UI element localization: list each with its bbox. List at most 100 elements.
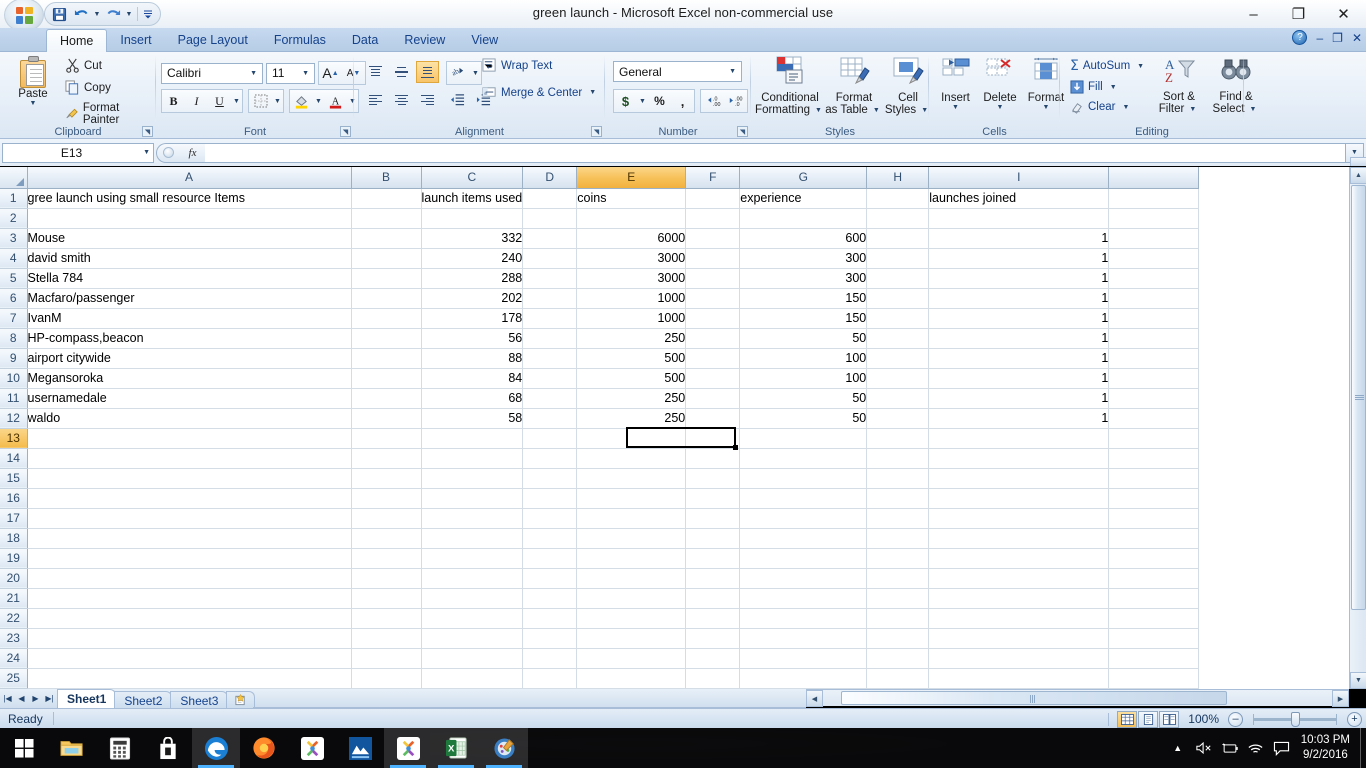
row-header-8[interactable]: 8 <box>0 328 28 349</box>
cell-i3[interactable]: 1 <box>928 228 1110 249</box>
column-header-f[interactable]: F <box>685 167 741 189</box>
insert-function-icon[interactable]: fx <box>180 142 205 163</box>
percent-format-icon[interactable]: % <box>648 90 671 112</box>
grow-font-button[interactable]: A ▲ <box>319 62 342 84</box>
cell-f18[interactable] <box>685 528 741 549</box>
cell-j10[interactable] <box>1108 368 1200 389</box>
cell-j6[interactable] <box>1108 288 1200 309</box>
font-name-dropdown-icon[interactable]: ▼ <box>247 70 260 77</box>
cell-d5[interactable] <box>522 268 578 289</box>
cell-d13[interactable] <box>522 428 578 449</box>
cell-d6[interactable] <box>522 288 578 309</box>
cell-f1[interactable] <box>685 188 741 209</box>
cell-i21[interactable] <box>928 588 1110 609</box>
cell-d25[interactable] <box>522 668 578 689</box>
calculator-icon[interactable] <box>96 728 144 768</box>
cell-d15[interactable] <box>522 468 578 489</box>
cell-f3[interactable] <box>685 228 741 249</box>
column-header-d[interactable]: D <box>522 167 578 189</box>
window-restore-button[interactable]: ❐ <box>1276 0 1321 28</box>
cell-d16[interactable] <box>522 488 578 509</box>
cell-f16[interactable] <box>685 488 741 509</box>
borders-icon[interactable] <box>249 90 272 112</box>
sheet-tab-sheet1[interactable]: Sheet1 <box>57 689 117 708</box>
cell-j17[interactable] <box>1108 508 1200 529</box>
cell-j2[interactable] <box>1108 208 1200 229</box>
ribbon-close-button[interactable]: ✕ <box>1352 31 1362 45</box>
cell-b2[interactable] <box>351 208 422 229</box>
cell-f5[interactable] <box>685 268 741 289</box>
row-header-1[interactable]: 1 <box>0 188 28 209</box>
battery-icon[interactable] <box>1217 728 1243 768</box>
show-desktop-button[interactable] <box>1360 728 1366 768</box>
cell-f25[interactable] <box>685 668 741 689</box>
cell-g3[interactable]: 600 <box>739 228 868 249</box>
cell-g14[interactable] <box>739 448 868 469</box>
column-header-a[interactable]: A <box>27 167 352 189</box>
alignment-dialog-launcher[interactable]: ◥ <box>591 126 602 137</box>
cell-e1[interactable]: coins <box>576 188 687 209</box>
cell-e2[interactable] <box>576 208 687 229</box>
active-cell-indicator[interactable] <box>626 427 736 448</box>
fill-button[interactable]: Fill ▼ <box>1067 79 1150 95</box>
cell-a18[interactable] <box>27 528 352 549</box>
cell-e17[interactable] <box>576 508 687 529</box>
photos-icon[interactable] <box>288 728 336 768</box>
cell-d9[interactable] <box>522 348 578 369</box>
cell-e11[interactable]: 250 <box>576 388 687 409</box>
cell-g21[interactable] <box>739 588 868 609</box>
cell-h14[interactable] <box>866 448 930 469</box>
cell-d14[interactable] <box>522 448 578 469</box>
cell-i7[interactable]: 1 <box>928 308 1110 329</box>
worksheet-grid[interactable]: A B C D E F G H I 1 gree launch using sm… <box>0 167 1366 689</box>
cell-d4[interactable] <box>522 248 578 269</box>
bluestacks-icon[interactable] <box>336 728 384 768</box>
cell-h12[interactable] <box>866 408 930 429</box>
align-left-icon[interactable] <box>364 89 387 111</box>
cell-b24[interactable] <box>351 648 422 669</box>
cell-d11[interactable] <box>522 388 578 409</box>
cell-j20[interactable] <box>1108 568 1200 589</box>
cell-f14[interactable] <box>685 448 741 469</box>
cell-i13[interactable] <box>928 428 1110 449</box>
cell-f23[interactable] <box>685 628 741 649</box>
cell-d17[interactable] <box>522 508 578 529</box>
cell-d22[interactable] <box>522 608 578 629</box>
cell-g1[interactable]: experience <box>739 188 868 209</box>
scroll-up-arrow[interactable]: ▲ <box>1350 167 1366 184</box>
file-explorer-icon[interactable] <box>48 728 96 768</box>
column-header-g[interactable]: G <box>739 167 868 189</box>
prev-sheet-button[interactable]: ◀ <box>16 694 27 703</box>
cell-c19[interactable] <box>421 548 524 569</box>
cell-a11[interactable]: usernamedale <box>27 388 352 409</box>
cell-b23[interactable] <box>351 628 422 649</box>
align-right-icon[interactable] <box>416 89 439 111</box>
cell-f17[interactable] <box>685 508 741 529</box>
cell-c8[interactable]: 56 <box>421 328 524 349</box>
cell-a8[interactable]: HP-compass,beacon <box>27 328 352 349</box>
wifi-icon[interactable] <box>1243 728 1269 768</box>
cell-c10[interactable]: 84 <box>421 368 524 389</box>
cell-b15[interactable] <box>351 468 422 489</box>
delete-cells-dropdown-icon[interactable]: ▼ <box>978 104 1022 111</box>
cell-j18[interactable] <box>1108 528 1200 549</box>
increase-decimal-icon[interactable]: .0.00 <box>701 90 724 112</box>
zoom-out-button[interactable]: – <box>1228 711 1243 727</box>
cell-c21[interactable] <box>421 588 524 609</box>
cell-e21[interactable] <box>576 588 687 609</box>
cell-h10[interactable] <box>866 368 930 389</box>
cell-i22[interactable] <box>928 608 1110 629</box>
fill-handle[interactable] <box>733 445 738 450</box>
cell-a17[interactable] <box>27 508 352 529</box>
column-header-c[interactable]: C <box>421 167 524 189</box>
scroll-left-arrow[interactable]: ◀ <box>806 690 823 707</box>
cell-i17[interactable] <box>928 508 1110 529</box>
store-icon[interactable] <box>144 728 192 768</box>
row-header-6[interactable]: 6 <box>0 288 28 309</box>
cell-f2[interactable] <box>685 208 741 229</box>
cell-d18[interactable] <box>522 528 578 549</box>
find-select-dropdown-icon[interactable]: ▼ <box>1247 106 1260 113</box>
cell-d10[interactable] <box>522 368 578 389</box>
cell-i12[interactable]: 1 <box>928 408 1110 429</box>
cell-i4[interactable]: 1 <box>928 248 1110 269</box>
